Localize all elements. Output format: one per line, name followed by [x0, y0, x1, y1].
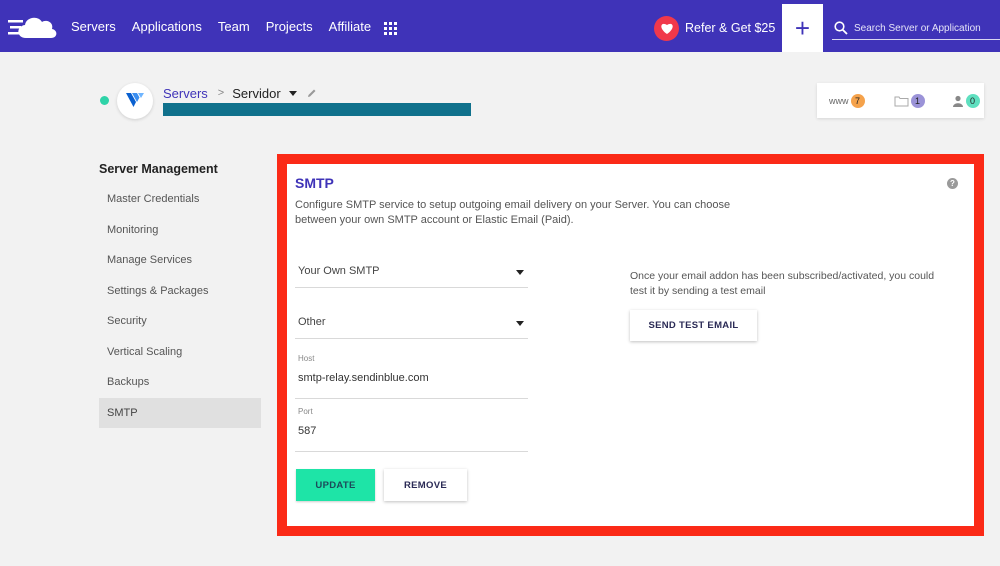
sidebar-item-settings-packages[interactable]: Settings & Packages [99, 276, 261, 307]
www-counter[interactable]: www 7 [829, 93, 865, 108]
breadcrumb: Servers > Servidor [163, 85, 317, 101]
sidebar-item-backups[interactable]: Backups [99, 367, 261, 398]
panel-title: SMTP [295, 175, 334, 191]
server-status-dot [100, 96, 109, 105]
edit-pencil-icon[interactable] [307, 88, 317, 98]
chevron-down-icon [516, 321, 524, 326]
www-count-badge: 7 [850, 93, 865, 108]
panel-description: Configure SMTP service to setup outgoing… [295, 199, 731, 226]
breadcrumb-servers[interactable]: Servers [163, 86, 208, 101]
server-ip-redacted [163, 103, 471, 116]
sidebar-item-master-credentials[interactable]: Master Credentials [99, 184, 261, 215]
apps-grid-icon[interactable] [384, 22, 397, 35]
search-bar [832, 18, 1000, 40]
sidebar-item-vertical-scaling[interactable]: Vertical Scaling [99, 337, 261, 368]
send-test-email-button[interactable]: SEND TEST EMAIL [630, 310, 757, 341]
sidebar-item-smtp[interactable]: SMTP [99, 397, 261, 428]
user-icon [952, 95, 963, 107]
www-icon: www [829, 95, 849, 106]
chevron-down-icon [516, 270, 524, 275]
search-input[interactable] [854, 19, 1000, 37]
top-navigation-bar: Servers Applications Team Projects Affil… [0, 0, 1000, 52]
users-counter[interactable]: 0 [952, 93, 980, 108]
folders-count-badge: 1 [910, 93, 925, 108]
breadcrumb-current-server: Servidor [232, 85, 281, 101]
host-label: Host [298, 354, 315, 363]
server-management-sidebar: Master Credentials Monitoring Manage Ser… [99, 184, 261, 428]
port-input[interactable] [298, 423, 523, 439]
host-field: Host [295, 354, 528, 399]
sidebar-item-monitoring[interactable]: Monitoring [99, 215, 261, 246]
main-nav: Servers Applications Team Projects Affil… [71, 0, 387, 52]
test-email-note: Once your email addon has been subscribe… [630, 270, 935, 297]
port-label: Port [298, 407, 313, 416]
sidebar-title: Server Management [99, 162, 218, 176]
refer-link[interactable]: Refer & Get $25 [654, 15, 776, 41]
nav-servers[interactable]: Servers [71, 19, 116, 34]
remove-button[interactable]: REMOVE [384, 469, 467, 501]
smtp-service-select[interactable]: Other [295, 312, 528, 339]
smtp-panel: SMTP ? Configure SMTP service to setup o… [287, 164, 974, 526]
search-icon[interactable] [834, 21, 848, 35]
update-button[interactable]: UPDATE [296, 469, 375, 501]
nav-projects[interactable]: Projects [266, 19, 313, 34]
sidebar-item-security[interactable]: Security [99, 306, 261, 337]
smtp-provider-select[interactable]: Your Own SMTP [295, 261, 528, 288]
folders-counter[interactable]: 1 [894, 93, 925, 108]
cloudways-logo-icon[interactable] [8, 12, 58, 40]
smtp-service-value: Other [298, 316, 326, 328]
nav-applications[interactable]: Applications [132, 19, 202, 34]
vultr-icon [126, 93, 144, 107]
refer-label: Refer & Get $25 [685, 21, 776, 35]
nav-team[interactable]: Team [218, 19, 250, 34]
help-icon[interactable]: ? [947, 178, 958, 189]
host-input[interactable] [298, 370, 523, 386]
server-switch-caret-icon[interactable] [288, 90, 297, 96]
folder-icon [894, 96, 908, 106]
smtp-provider-value: Your Own SMTP [298, 265, 380, 277]
add-button[interactable]: + [782, 4, 823, 52]
heart-icon [654, 15, 679, 41]
server-provider-logo [117, 83, 153, 119]
server-counters: www 7 1 0 [817, 83, 984, 118]
breadcrumb-separator: > [217, 87, 225, 99]
users-count-badge: 0 [965, 93, 980, 108]
port-field: Port [295, 407, 528, 452]
nav-affiliate[interactable]: Affiliate [329, 19, 371, 34]
sidebar-item-manage-services[interactable]: Manage Services [99, 245, 261, 276]
